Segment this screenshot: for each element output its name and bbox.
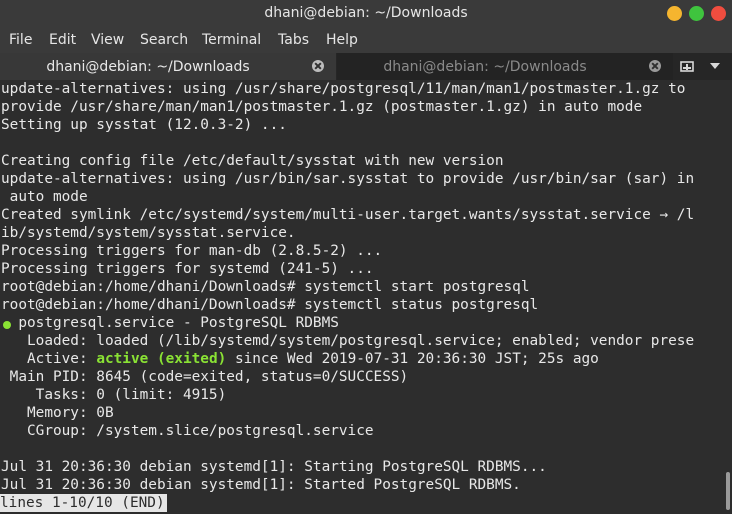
prompt-line: root@debian:/home/dhani/Downloads# syste… [1,297,539,313]
output-line: update-alternatives: using /usr/bin/sar.… [1,171,695,187]
minimize-button[interactable] [667,6,682,21]
terminal-window: dhani@debian: ~/Downloads File Edit View… [0,0,732,514]
tab-label: dhani@debian: ~/Downloads [383,59,587,75]
close-window-button[interactable] [711,6,726,21]
close-icon[interactable] [312,60,324,72]
scroll-thumb[interactable] [726,472,730,510]
output-line: Main PID: 8645 (code=exited, status=0/SU… [1,369,409,385]
menu-bar: File Edit View Search Terminal Tabs Help [0,27,732,53]
active-suffix: since Wed 2019-07-31 20:36:30 JST; 25s a… [226,351,599,367]
log-line: Jul 31 20:36:30 debian systemd[1]: Start… [1,459,547,475]
menu-tabs[interactable]: Tabs [278,31,309,49]
output-line: provide /usr/share/man/man1/postmaster.1… [1,99,643,115]
menu-file[interactable]: File [9,31,32,49]
pager-status: lines 1-10/10 (END) [0,494,167,512]
new-tab-icon[interactable] [680,59,694,73]
service-line: postgresql.service - PostgreSQL RDBMS [1,315,339,331]
output-line: CGroup: /system.slice/postgresql.service [1,423,374,439]
loaded-line: Loaded: loaded (/lib/systemd/system/post… [1,333,695,349]
menu-edit[interactable]: Edit [49,31,76,49]
menu-terminal[interactable]: Terminal [202,31,261,49]
active-status: active (exited) [96,351,227,367]
terminal-output[interactable]: update-alternatives: using /usr/share/po… [0,80,722,514]
tab-bar: dhani@debian: ~/Downloads dhani@debian: … [0,53,732,81]
output-line: Processing triggers for man-db (2.8.5-2)… [1,243,383,259]
output-line: Setting up sysstat (12.0.3-2) ... [1,117,287,133]
active-line: Active: active (exited) since Wed 2019-0… [1,350,599,368]
scrollbar[interactable] [723,80,732,514]
chevron-down-icon[interactable] [710,63,720,69]
menu-search[interactable]: Search [140,31,188,49]
tab-label: dhani@debian: ~/Downloads [46,59,250,75]
menu-help[interactable]: Help [326,31,358,49]
log-line: Jul 31 20:36:30 debian systemd[1]: Start… [1,477,521,493]
output-line: Created symlink /etc/systemd/system/mult… [1,207,695,223]
prompt-line: root@debian:/home/dhani/Downloads# syste… [1,279,530,295]
menu-view[interactable]: View [91,31,124,49]
output-line: auto mode [1,189,88,205]
tab-downloads-inactive[interactable]: dhani@debian: ~/Downloads [337,53,673,80]
window-title: dhani@debian: ~/Downloads [264,5,468,21]
active-prefix: Active: [1,351,97,367]
output-line: Creating config file /etc/default/syssta… [1,153,504,169]
maximize-button[interactable] [689,6,704,21]
output-line: ib/systemd/system/sysstat.service. [1,225,296,241]
close-icon[interactable] [649,60,661,72]
output-line: Processing triggers for systemd (241-5) … [1,261,374,277]
title-bar: dhani@debian: ~/Downloads [0,0,732,27]
tab-downloads-active[interactable]: dhani@debian: ~/Downloads [0,53,336,81]
output-line: Memory: 0B [1,405,114,421]
output-line: update-alternatives: using /usr/share/po… [1,81,686,97]
output-line: Tasks: 0 (limit: 4915) [1,387,227,403]
